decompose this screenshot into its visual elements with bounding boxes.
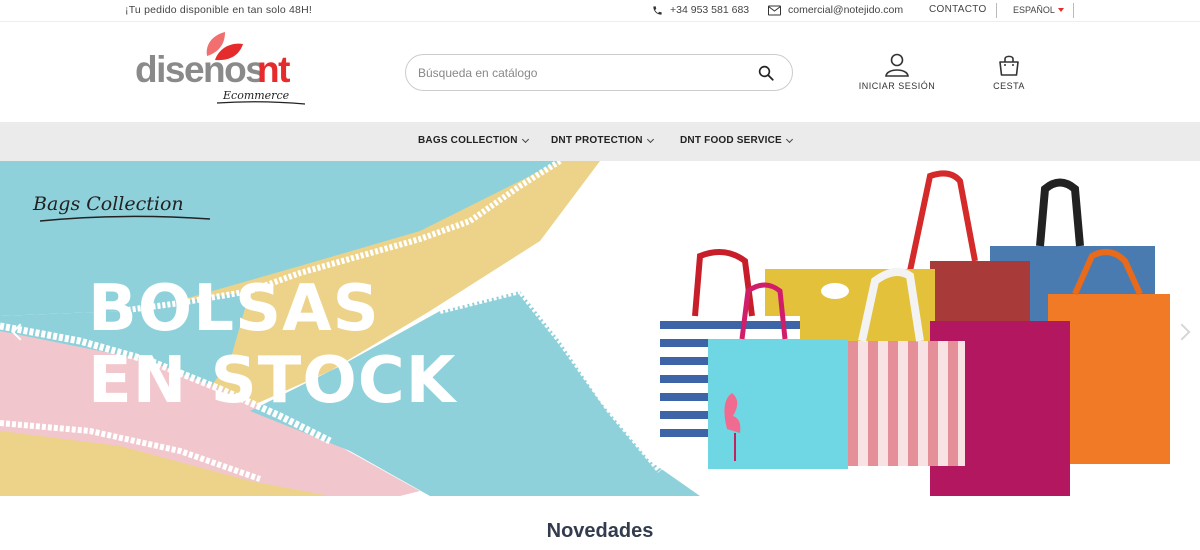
search-button[interactable] — [757, 64, 775, 82]
hero-banner[interactable]: Bags Collection BOLSAS EN STOCK — [0, 161, 1200, 496]
search-bar — [405, 54, 793, 91]
chevron-down-icon — [785, 135, 793, 143]
language-label: ESPAÑOL — [1013, 5, 1055, 15]
nav-item-label: DNT PROTECTION — [551, 135, 643, 146]
nav-item-bags-collection[interactable]: BAGS COLLECTION — [418, 135, 529, 146]
shopping-bag-icon — [999, 55, 1019, 76]
top-bar: ¡Tu pedido disponible en tan solo 48H! +… — [0, 0, 1200, 22]
language-selector[interactable]: ESPAÑOL — [1013, 5, 1064, 15]
nav-item-dnt-protection[interactable]: DNT PROTECTION — [551, 135, 654, 146]
cart-link[interactable]: CESTA — [985, 53, 1033, 91]
chevron-down-icon — [521, 135, 529, 143]
email-address: comercial@notejido.com — [788, 4, 904, 16]
svg-text:nt: nt — [257, 49, 290, 90]
search-input[interactable] — [418, 63, 738, 83]
phone-icon — [653, 5, 662, 15]
svg-text:disenos: disenos — [135, 49, 265, 90]
phone-number: +34 953 581 683 — [670, 4, 750, 16]
section-title-novedades: Novedades — [546, 520, 654, 542]
email-link[interactable]: comercial@notejido.com — [768, 4, 903, 16]
hero-headline-line1: BOLSAS — [88, 272, 380, 346]
cart-label: CESTA — [993, 81, 1025, 91]
chevron-down-icon — [646, 135, 654, 143]
divider — [996, 3, 997, 18]
hero-script-title: Bags Collection — [33, 193, 184, 215]
phone-link[interactable]: +34 953 581 683 — [652, 4, 749, 16]
main-navigation: BAGS COLLECTION DNT PROTECTION DNT FOOD … — [0, 122, 1200, 161]
promo-text: ¡Tu pedido disponible en tan solo 48H! — [125, 4, 312, 16]
hero-headline-line2: EN STOCK — [88, 344, 457, 418]
nav-item-label: BAGS COLLECTION — [418, 135, 518, 146]
login-label: INICIAR SESIÓN — [858, 81, 936, 91]
login-link[interactable]: INICIAR SESIÓN — [857, 53, 937, 91]
site-logo[interactable]: disenos nt Ecommerce — [135, 30, 315, 110]
divider — [1073, 3, 1074, 18]
nav-item-dnt-food-service[interactable]: DNT FOOD SERVICE — [680, 135, 793, 146]
contact-link[interactable]: CONTACTO — [929, 4, 987, 15]
nav-item-label: DNT FOOD SERVICE — [680, 135, 782, 146]
envelope-icon — [768, 5, 781, 15]
bags-illustration — [660, 170, 1170, 496]
svg-text:Ecommerce: Ecommerce — [222, 89, 290, 102]
user-icon — [885, 53, 909, 77]
hero-headline: BOLSAS EN STOCK — [88, 273, 456, 417]
search-icon — [758, 65, 774, 81]
caret-down-icon — [1057, 8, 1064, 12]
